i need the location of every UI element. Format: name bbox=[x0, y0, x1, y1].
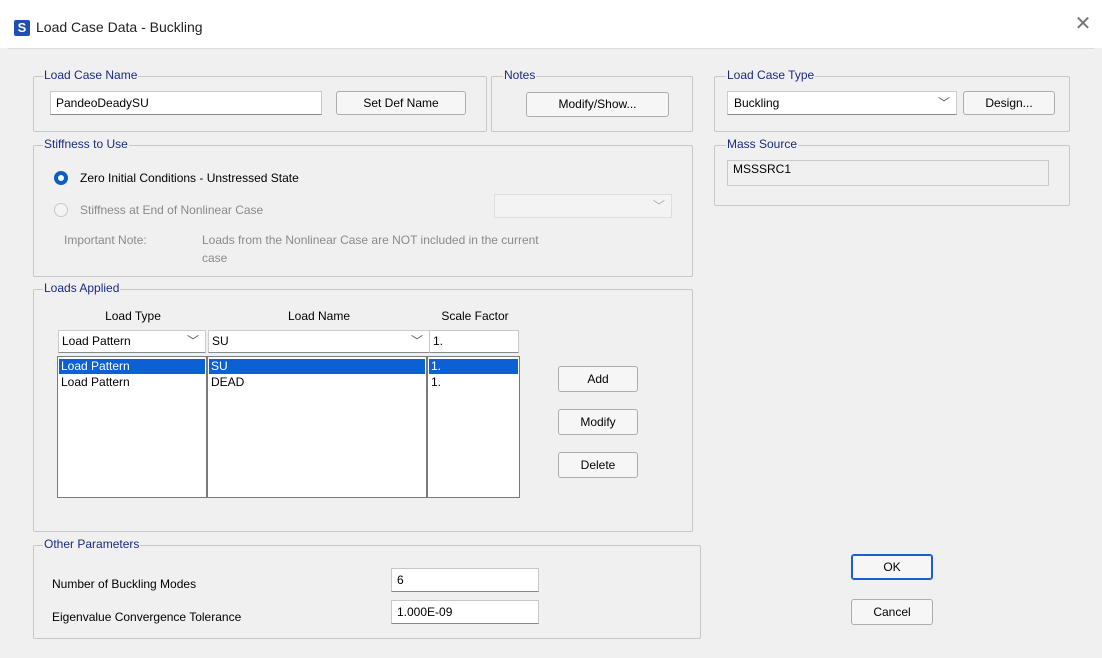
load-case-name-input[interactable]: PandeoDeadySU bbox=[50, 91, 322, 115]
load-case-type-group: Load Case Type Buckling ﹀ Design... bbox=[714, 68, 1070, 132]
load-type-list[interactable]: Load Pattern Load Pattern bbox=[57, 356, 207, 498]
chevron-down-icon: ﹀ bbox=[186, 334, 199, 348]
important-note-label: Important Note: bbox=[64, 233, 147, 247]
nonlinear-stiffness-radio[interactable] bbox=[54, 203, 68, 217]
loads-applied-title: Loads Applied bbox=[43, 281, 121, 295]
loads-applied-group: Loads Applied Load Type Load Name Scale … bbox=[33, 281, 693, 532]
add-button[interactable]: Add bbox=[558, 366, 638, 392]
tolerance-label: Eigenvalue Convergence Tolerance bbox=[52, 610, 242, 624]
cancel-button[interactable]: Cancel bbox=[851, 599, 933, 625]
chevron-down-icon: ﹀ bbox=[937, 96, 950, 110]
mass-source-field: MSSSRC1 bbox=[727, 160, 1049, 186]
sap2000-app-icon: S bbox=[14, 20, 30, 36]
list-item[interactable]: SU bbox=[209, 359, 425, 374]
nonlinear-stiffness-label: Stiffness at End of Nonlinear Case bbox=[80, 203, 264, 217]
chevron-down-icon: ﹀ bbox=[652, 199, 665, 213]
important-note-text-1: Loads from the Nonlinear Case are NOT in… bbox=[202, 233, 539, 247]
scale-factor-input[interactable]: 1. bbox=[429, 330, 519, 353]
list-item[interactable]: DEAD bbox=[209, 375, 425, 390]
zero-initial-conditions-radio[interactable] bbox=[54, 171, 68, 185]
tolerance-input[interactable]: 1.000E-09 bbox=[391, 600, 539, 624]
load-type-value: Load Pattern bbox=[62, 334, 131, 348]
load-name-list[interactable]: SU DEAD bbox=[207, 356, 427, 498]
mass-source-group: Mass Source MSSSRC1 bbox=[714, 137, 1070, 206]
ok-button[interactable]: OK bbox=[851, 554, 933, 580]
notes-group: Notes Modify/Show... bbox=[491, 68, 693, 132]
zero-initial-conditions-label: Zero Initial Conditions - Unstressed Sta… bbox=[80, 171, 299, 185]
mass-source-title: Mass Source bbox=[726, 137, 799, 151]
delete-button[interactable]: Delete bbox=[558, 452, 638, 478]
chevron-down-icon: ﹀ bbox=[410, 334, 423, 348]
list-item[interactable]: 1. bbox=[429, 359, 518, 374]
window-title: Load Case Data - Buckling bbox=[36, 19, 203, 35]
other-parameters-title: Other Parameters bbox=[43, 537, 141, 551]
load-case-type-title: Load Case Type bbox=[726, 68, 816, 82]
load-name-value: SU bbox=[212, 334, 229, 348]
dialog-window: S Load Case Data - Buckling ✕ Load Case … bbox=[0, 0, 1102, 658]
list-item[interactable]: Load Pattern bbox=[59, 375, 205, 390]
load-type-header: Load Type bbox=[105, 309, 161, 323]
stiffness-title: Stiffness to Use bbox=[43, 137, 129, 151]
load-case-type-select[interactable]: Buckling ﹀ bbox=[727, 91, 957, 115]
title-bar: S Load Case Data - Buckling ✕ bbox=[0, 0, 1102, 48]
stiffness-group: Stiffness to Use Zero Initial Conditions… bbox=[33, 137, 693, 277]
load-case-name-group: Load Case Name PandeoDeadySU Set Def Nam… bbox=[33, 68, 487, 132]
nonlinear-case-select[interactable]: ﹀ bbox=[494, 194, 672, 218]
load-case-name-title: Load Case Name bbox=[43, 68, 139, 82]
close-icon[interactable]: ✕ bbox=[1073, 14, 1093, 34]
modify-button[interactable]: Modify bbox=[558, 409, 638, 435]
list-item[interactable]: 1. bbox=[429, 375, 518, 390]
scale-factor-header: Scale Factor bbox=[441, 309, 509, 323]
other-parameters-group: Other Parameters Number of Buckling Mode… bbox=[33, 537, 701, 639]
notes-title: Notes bbox=[503, 68, 537, 82]
design-button[interactable]: Design... bbox=[963, 91, 1055, 115]
dialog-body: Load Case Name PandeoDeadySU Set Def Nam… bbox=[8, 48, 1094, 652]
load-name-header: Load Name bbox=[287, 309, 351, 323]
load-case-type-value: Buckling bbox=[734, 96, 780, 110]
set-def-name-button[interactable]: Set Def Name bbox=[336, 91, 466, 115]
load-type-select[interactable]: Load Pattern ﹀ bbox=[58, 330, 206, 353]
important-note-text-2: case bbox=[202, 251, 228, 265]
list-item[interactable]: Load Pattern bbox=[59, 359, 205, 374]
modify-show-notes-button[interactable]: Modify/Show... bbox=[526, 92, 669, 117]
scale-factor-list[interactable]: 1. 1. bbox=[427, 356, 520, 498]
load-name-select[interactable]: SU ﹀ bbox=[208, 330, 430, 353]
buckling-modes-input[interactable]: 6 bbox=[391, 568, 539, 592]
buckling-modes-label: Number of Buckling Modes bbox=[52, 577, 197, 591]
